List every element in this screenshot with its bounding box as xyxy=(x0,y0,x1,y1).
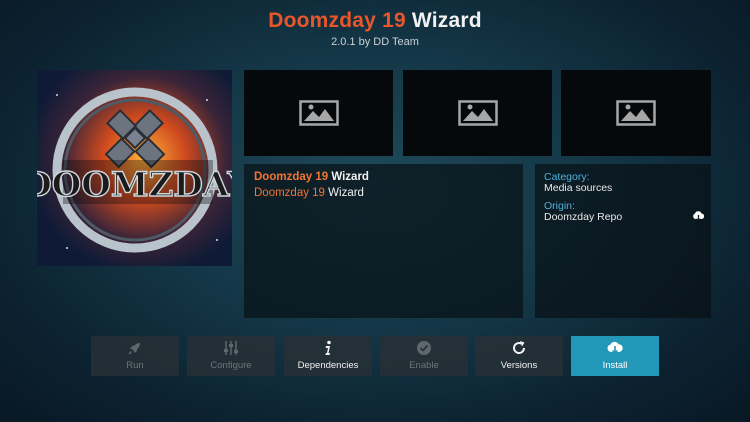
description-heading-name: Doomzday 19 xyxy=(254,171,329,183)
origin-value: Doomzday Repo xyxy=(544,211,623,223)
addon-title-name: Doomzday 19 xyxy=(268,9,406,32)
addon-title: Doomzday 19 Wizard xyxy=(0,9,750,33)
screenshot-3[interactable] xyxy=(561,70,711,156)
category-value: Media sources xyxy=(544,182,613,194)
run-button[interactable]: Run xyxy=(91,336,179,376)
dependencies-button-label: Dependencies xyxy=(297,360,359,371)
enable-button[interactable]: Enable xyxy=(380,336,468,376)
description-body-name: Doomzday 19 xyxy=(254,187,325,199)
description-panel: Doomzday 19 Wizard Doomzday 19 Wizard xyxy=(244,164,523,318)
description-body: Doomzday 19 Wizard xyxy=(254,187,364,199)
run-button-label: Run xyxy=(126,360,144,371)
logo-wordmark: DOOMZDAY xyxy=(37,165,232,205)
check-circle-icon xyxy=(417,341,431,355)
description-body-word: Wizard xyxy=(328,187,364,199)
addon-version-author: 2.0.1 by DD Team xyxy=(0,36,750,48)
cloud-download-icon xyxy=(693,211,705,222)
addon-title-word: Wizard xyxy=(411,9,482,32)
dependencies-button[interactable]: Dependencies xyxy=(284,336,372,376)
sliders-icon xyxy=(224,341,238,355)
screenshot-2[interactable] xyxy=(403,70,552,156)
screenshot-1[interactable] xyxy=(244,70,393,156)
configure-button-label: Configure xyxy=(210,360,252,371)
version-author-text: 2.0.1 by DD Team xyxy=(331,36,419,48)
description-heading-word: Wizard xyxy=(331,171,369,183)
versions-button-label: Versions xyxy=(500,360,538,371)
enable-button-label: Enable xyxy=(409,360,439,371)
image-placeholder-icon xyxy=(458,100,498,126)
refresh-icon xyxy=(513,341,526,354)
install-button[interactable]: Install xyxy=(571,336,659,376)
install-button-label: Install xyxy=(602,360,628,371)
cloud-download-icon xyxy=(607,341,623,355)
versions-button[interactable]: Versions xyxy=(475,336,563,376)
doomzday-logo: DOOMZDAY xyxy=(37,70,232,266)
addon-poster: DOOMZDAY xyxy=(37,70,232,266)
configure-button[interactable]: Configure xyxy=(187,336,275,376)
description-heading: Doomzday 19 Wizard xyxy=(254,171,369,183)
addon-info-panel: Category: Media sources Origin: Doomzday… xyxy=(535,164,711,318)
info-icon xyxy=(325,340,331,355)
rocket-icon xyxy=(128,343,140,355)
image-placeholder-icon xyxy=(299,100,339,126)
image-placeholder-icon xyxy=(616,100,656,126)
